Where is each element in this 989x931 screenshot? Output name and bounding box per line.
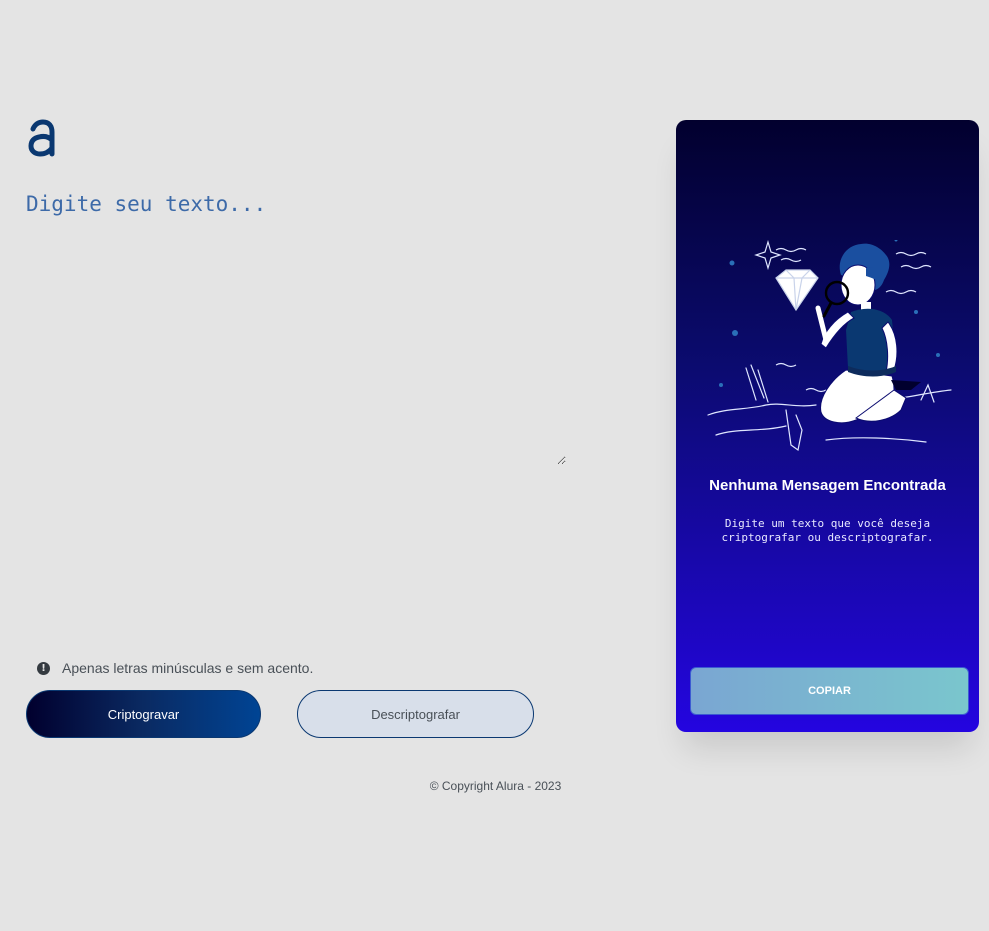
message-textarea[interactable] [26,188,566,465]
empty-state-title: Nenhuma Mensagem Encontrada [709,477,946,494]
output-panel: Nenhuma Mensagem Encontrada Digite um te… [676,120,979,732]
page: ! Apenas letras minúsculas e sem acento.… [0,0,989,931]
copy-button[interactable]: COPIAR [690,667,969,715]
encrypt-button[interactable]: Criptogravar [26,690,261,738]
person-with-magnifying-glass-and-diamond-illustration [706,240,956,460]
decrypt-button[interactable]: Descriptografar [297,690,534,738]
empty-state-description: Digite um texto que você deseja criptogr… [721,517,934,544]
hint-text: Apenas letras minúsculas e sem acento. [62,660,314,676]
input-hint: ! Apenas letras minúsculas e sem acento. [37,658,313,678]
alura-logo-icon[interactable] [27,116,57,158]
exclamation-circle-icon: ! [37,661,50,675]
footer-copyright: © Copyright Alura - 2023 [429,779,562,793]
